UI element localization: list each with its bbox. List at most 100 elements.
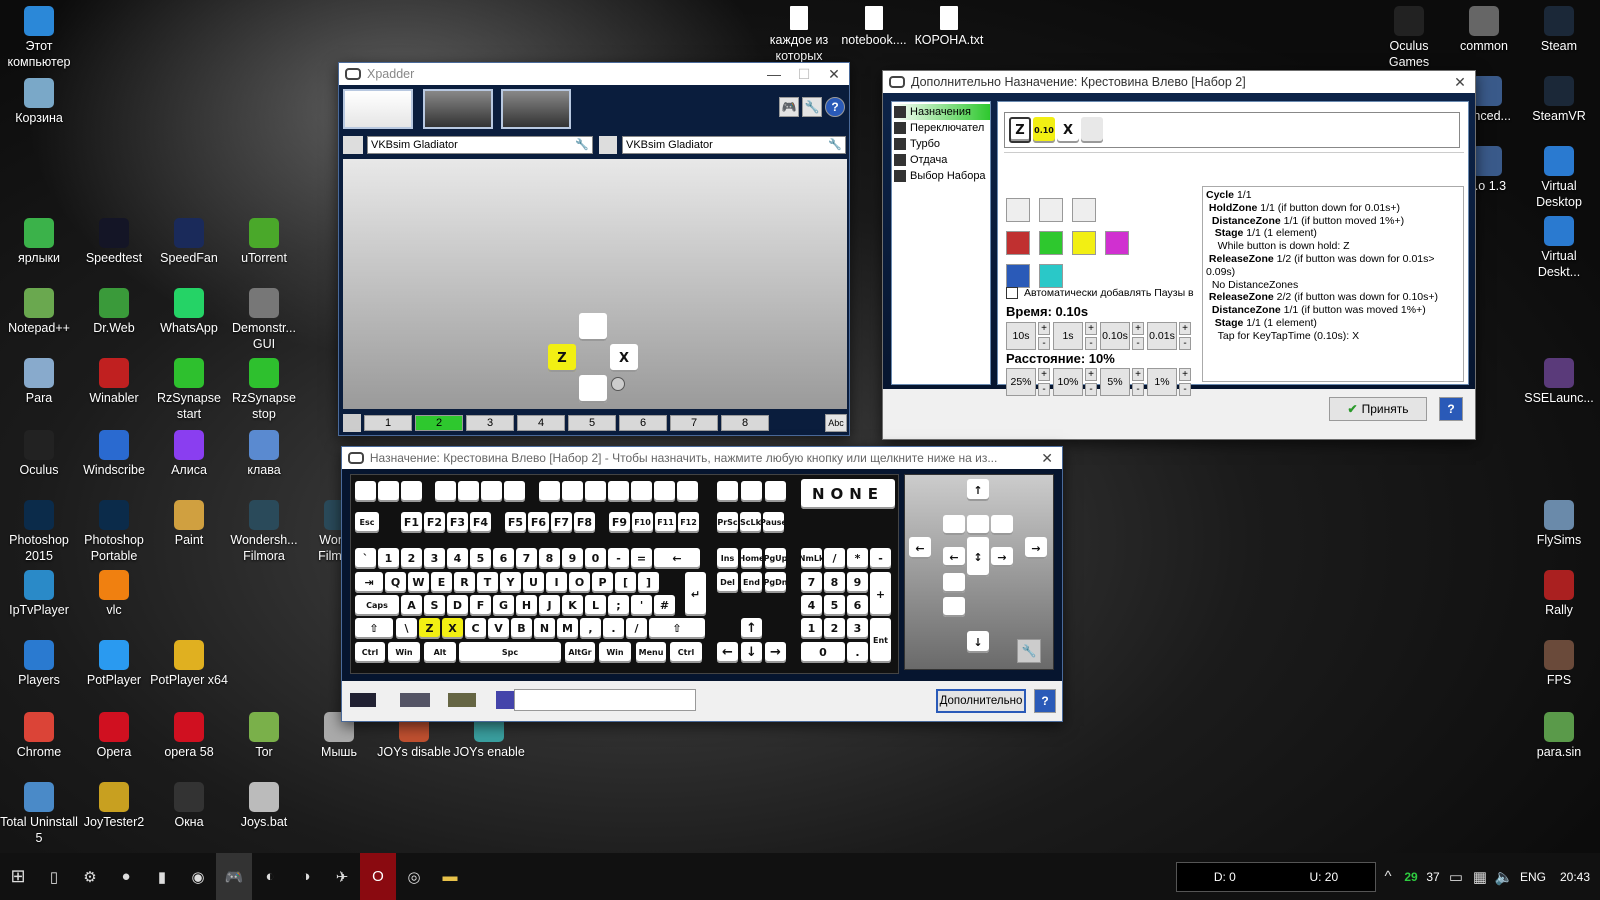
controller-settings-icon[interactable]: 🎮 — [779, 97, 799, 117]
f-key[interactable]: F1 — [401, 512, 422, 533]
home-icon[interactable] — [677, 481, 698, 502]
key[interactable]: X — [442, 618, 463, 639]
start-button[interactable]: ⊞ — [0, 853, 36, 900]
desktop-icon[interactable]: Окна — [150, 782, 228, 830]
key[interactable]: . — [603, 618, 624, 639]
numpad-key[interactable]: - — [870, 548, 891, 569]
numpad-key[interactable]: 9 — [847, 572, 868, 593]
desktop-icon[interactable]: notebook.... — [835, 6, 913, 66]
f-key[interactable]: F4 — [470, 512, 491, 533]
delete-icon[interactable] — [1072, 198, 1096, 222]
key[interactable]: 4 — [447, 548, 468, 569]
desktop-icon[interactable]: PotPlayer x64 — [150, 640, 228, 688]
hold-icon[interactable] — [1006, 264, 1030, 288]
distance-step-button[interactable]: 1% — [1147, 368, 1177, 396]
desktop-icon[interactable]: Алиса — [150, 430, 228, 478]
pause-green-icon[interactable] — [1039, 231, 1063, 255]
nav-key[interactable]: PgDn — [764, 572, 787, 593]
desktop-icon[interactable]: Players — [0, 640, 78, 688]
wrench-icon[interactable]: 🔧 — [575, 138, 589, 151]
desktop-icon[interactable]: FPS — [1520, 640, 1598, 688]
mouse-move-updown-icon[interactable]: ↕ — [967, 537, 989, 577]
distance-step-button[interactable]: 25% — [1006, 368, 1036, 396]
advanced-menu-item[interactable]: Турбо — [892, 136, 990, 152]
plus-button[interactable]: + — [1132, 322, 1144, 335]
numpad-key[interactable]: 7 — [801, 572, 822, 593]
key[interactable]: = — [631, 548, 652, 569]
numpad-key[interactable]: 3 — [847, 618, 868, 639]
numpad-key[interactable]: 8 — [824, 572, 845, 593]
tray-green[interactable]: 29 — [1400, 870, 1422, 884]
minus-button[interactable]: - — [1132, 337, 1144, 350]
key[interactable]: Win — [388, 642, 420, 663]
key[interactable]: 7 — [516, 548, 537, 569]
folder-icon[interactable]: ▬ — [432, 853, 468, 900]
key[interactable]: J — [539, 595, 560, 616]
key[interactable]: K — [562, 595, 583, 616]
slot-z[interactable]: Z — [1009, 117, 1031, 143]
numpad-key[interactable]: * — [847, 548, 868, 569]
desktop-icon[interactable]: Notepad++ — [0, 288, 78, 336]
stop-icon[interactable] — [1006, 231, 1030, 255]
desktop-icon[interactable]: Windscribe — [75, 430, 153, 478]
auto-pause-checkbox[interactable] — [1006, 287, 1018, 299]
xpadder-titlebar[interactable]: Xpadder — ☐ ✕ — [339, 63, 849, 85]
assign-titlebar[interactable]: Назначение: Крестовина Влево [Набор 2] -… — [342, 447, 1062, 469]
volume-icon[interactable]: 🔈 — [1492, 853, 1516, 900]
f-key[interactable]: ScLk — [740, 512, 761, 533]
minus-button[interactable]: - — [1179, 337, 1191, 350]
pause-yellow-icon[interactable] — [1072, 231, 1096, 255]
key[interactable]: A — [401, 595, 422, 616]
desktop-icon[interactable]: Chrome — [0, 712, 78, 760]
accept-button[interactable]: ✔ Принять — [1329, 397, 1427, 421]
settings-gear-icon[interactable] — [611, 377, 625, 391]
key[interactable]: 5 — [470, 548, 491, 569]
key[interactable]: Spc — [459, 642, 561, 663]
tray-white[interactable]: 37 — [1422, 870, 1444, 884]
chart-icon[interactable]: ▮ — [144, 853, 180, 900]
key[interactable]: Alt — [424, 642, 456, 663]
numpad-key[interactable]: 2 — [824, 618, 845, 639]
key[interactable]: P — [592, 572, 613, 593]
desktop-icon[interactable]: RzSynapse stop — [225, 358, 303, 422]
chevron-up-icon[interactable]: ^ — [1376, 853, 1400, 900]
none-button[interactable]: NONE — [801, 479, 895, 509]
help-icon[interactable]: ? — [825, 97, 845, 117]
language[interactable]: ENG — [1516, 870, 1550, 884]
key[interactable]: - — [608, 548, 629, 569]
stop-icon[interactable] — [458, 481, 479, 502]
key[interactable]: 8 — [539, 548, 560, 569]
help-button[interactable]: ? — [1034, 689, 1056, 713]
desktop-icon[interactable]: Wondersh... Filmora — [225, 500, 303, 564]
f-key[interactable]: F10 — [632, 512, 653, 533]
key[interactable]: 0 — [585, 548, 606, 569]
minus-button[interactable]: - — [1038, 383, 1050, 396]
gear-icon[interactable]: ⚙ — [72, 853, 108, 900]
key[interactable]: W — [408, 572, 429, 593]
desktop-icon[interactable]: Opera — [75, 712, 153, 760]
mouse-wheel-down-icon[interactable]: ↓ — [967, 631, 989, 653]
back-icon[interactable] — [539, 481, 560, 502]
desktop-icon[interactable]: RzSynapse start — [150, 358, 228, 422]
desktop-icon[interactable]: Speedtest — [75, 218, 153, 266]
plus-button[interactable]: + — [1085, 322, 1097, 335]
f-key[interactable]: F7 — [551, 512, 572, 533]
rumble-icon[interactable] — [448, 693, 476, 707]
key[interactable]: 3 — [424, 548, 445, 569]
desktop-icon[interactable]: JoyTester2 — [75, 782, 153, 830]
key[interactable]: H — [516, 595, 537, 616]
desktop-icon[interactable]: Oculus — [0, 430, 78, 478]
mouse-x1-button-icon[interactable] — [943, 573, 965, 593]
wrench-icon[interactable]: 🔧 — [802, 97, 822, 117]
numpad-key[interactable]: . — [847, 642, 868, 663]
chrome-icon[interactable]: ◎ — [396, 853, 432, 900]
advanced-menu-item[interactable]: Назначения — [892, 104, 990, 120]
f-key[interactable]: F6 — [528, 512, 549, 533]
key[interactable]: ] — [638, 572, 659, 593]
mouse-middle-button-icon[interactable] — [967, 515, 989, 535]
desktop-icon[interactable]: ярлыки — [0, 218, 78, 266]
desktop-icon[interactable]: para.sin — [1520, 712, 1598, 760]
key[interactable]: E — [431, 572, 452, 593]
calculator-icon[interactable] — [765, 481, 786, 502]
controller-slot-2[interactable] — [423, 89, 493, 129]
